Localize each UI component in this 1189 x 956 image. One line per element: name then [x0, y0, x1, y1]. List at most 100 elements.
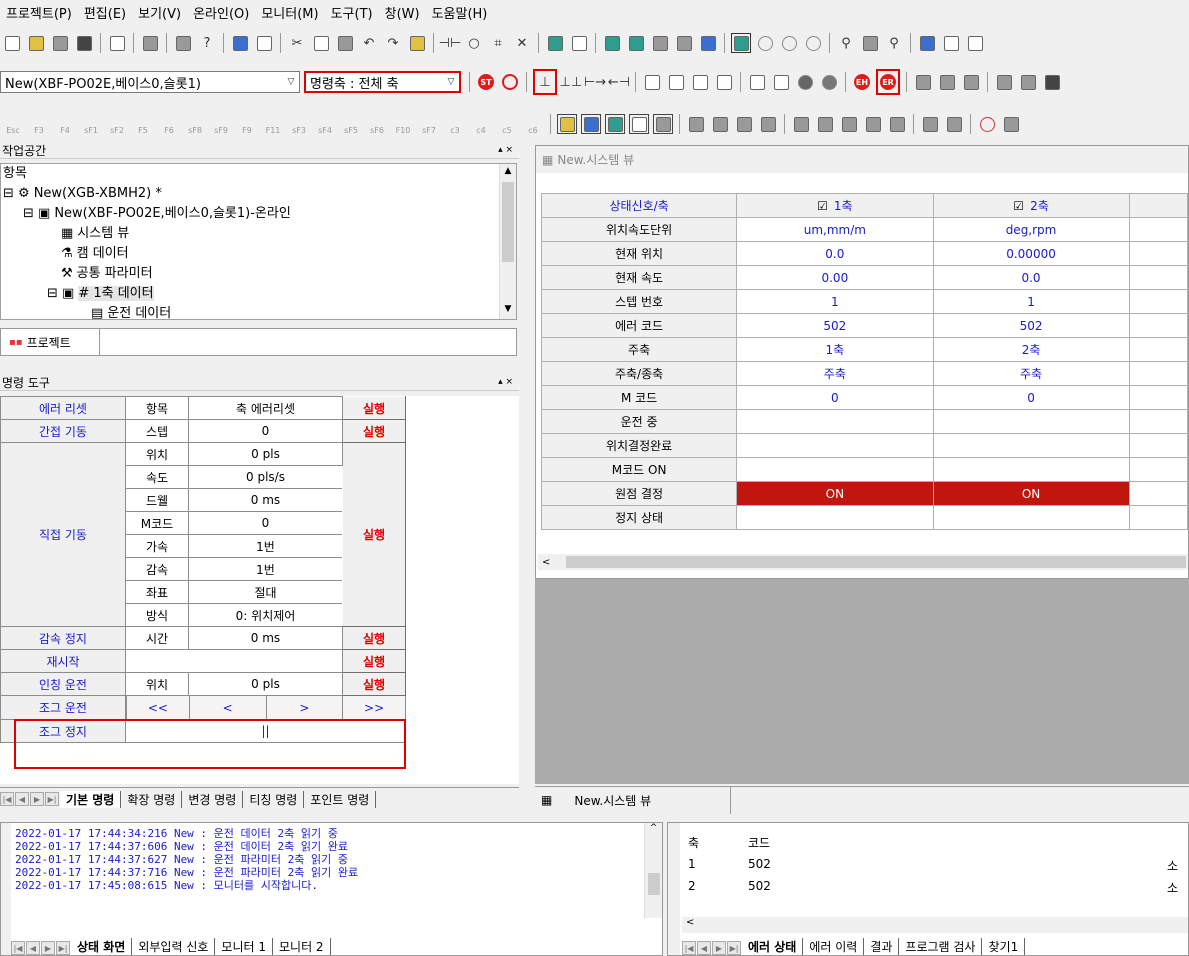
d2-icon[interactable] — [839, 114, 859, 134]
multi-homing-icon[interactable]: ⊥⊥ — [560, 72, 583, 92]
command-value[interactable]: 0 pls — [188, 442, 343, 466]
view-2-icon[interactable] — [710, 114, 730, 134]
paste-icon[interactable] — [335, 33, 355, 53]
tab-status-1[interactable]: 외부입력 신호 — [132, 938, 216, 955]
command-value[interactable]: 0 pls — [188, 672, 343, 696]
chevron-down-icon[interactable]: ▽ — [443, 77, 459, 87]
menu-item-4[interactable]: 모니터(M) — [255, 3, 324, 22]
upload-icon[interactable] — [650, 33, 670, 53]
monitor-icon[interactable] — [230, 33, 250, 53]
print-icon[interactable] — [173, 33, 193, 53]
fkey-button-14[interactable]: sF6 — [366, 113, 388, 135]
redo-icon[interactable]: ↷ — [383, 33, 403, 53]
fkey-button-3[interactable]: sF1 — [80, 113, 102, 135]
window-message-icon[interactable] — [581, 114, 601, 134]
network-icon[interactable]: ⌗ — [488, 33, 508, 53]
hscroll-thumb[interactable] — [566, 556, 1187, 568]
point-icon[interactable] — [642, 72, 662, 92]
stop-icon[interactable] — [779, 33, 799, 53]
command-value[interactable]: 1번 — [188, 557, 343, 581]
cut-icon[interactable]: ✂ — [287, 33, 307, 53]
find-icon[interactable] — [920, 114, 940, 134]
fkey-button-6[interactable]: F6 — [158, 113, 180, 135]
error-panel-handle[interactable] — [668, 823, 680, 955]
fkey-button-9[interactable]: F9 — [236, 113, 258, 135]
tree-item[interactable]: ⊟ ⚙ New(XGB-XBMH2) * — [1, 184, 516, 204]
param-save-icon[interactable] — [961, 72, 981, 92]
command-value[interactable]: 1번 — [188, 534, 343, 558]
scroll-down-icon[interactable]: ▼ — [500, 299, 516, 319]
tab-project[interactable]: ▪▪ 프로젝트 — [0, 328, 100, 356]
servo-on-icon[interactable]: ST — [476, 72, 496, 92]
menu-item-3[interactable]: 온라인(O) — [187, 3, 255, 22]
checkbox-icon[interactable]: ☑ — [1013, 199, 1024, 213]
last-tab-icon[interactable]: ▶| — [727, 941, 741, 955]
compare-icon[interactable] — [545, 33, 565, 53]
command-value[interactable]: 절대 — [188, 580, 343, 604]
prev-tab-icon[interactable]: ◀ — [697, 941, 711, 955]
screen-icon[interactable] — [965, 33, 985, 53]
diagnostics-icon[interactable]: ⚲ — [884, 33, 904, 53]
run-button[interactable]: 실행 — [342, 672, 406, 696]
tab-error-0[interactable]: 에러 상태 — [742, 938, 804, 955]
last-tab-icon[interactable]: ▶| — [56, 941, 70, 955]
sync-icon[interactable] — [714, 72, 734, 92]
first-tab-icon[interactable]: |◀ — [0, 792, 14, 806]
print-preview-icon[interactable] — [107, 33, 127, 53]
open-folder-icon[interactable] — [26, 33, 46, 53]
param-write-icon[interactable] — [937, 72, 957, 92]
tab-error-3[interactable]: 프로그램 검사 — [899, 938, 983, 955]
zoom-icon[interactable] — [254, 33, 274, 53]
tab-error-1[interactable]: 에러 이력 — [803, 938, 865, 955]
log-scrollbar[interactable]: ^ — [644, 823, 662, 918]
error-reset-icon[interactable]: ER — [876, 69, 900, 95]
message-panel-handle[interactable] — [1, 823, 11, 955]
tab-status-0[interactable]: 상태 화면 — [71, 938, 133, 955]
window-result-icon[interactable] — [629, 114, 649, 134]
menu-item-0[interactable]: 프로젝트(P) — [0, 3, 78, 22]
open-project-icon[interactable] — [50, 33, 70, 53]
homing-icon[interactable]: ⊥ — [533, 69, 557, 95]
run-button[interactable]: 실행 — [342, 626, 406, 650]
fkey-button-12[interactable]: sF4 — [314, 113, 336, 135]
first-tab-icon[interactable]: |◀ — [11, 941, 25, 955]
run-button[interactable]: 실행 — [342, 649, 406, 673]
tree-item[interactable]: ⚒ 공통 파라미터 — [1, 264, 516, 284]
teach-icon[interactable] — [994, 72, 1014, 92]
fkey-button-20[interactable]: c6 — [522, 113, 544, 135]
run-button[interactable]: 실행 — [342, 396, 406, 420]
prev-tab-icon[interactable]: ◀ — [26, 941, 40, 955]
scroll-thumb[interactable] — [502, 182, 514, 262]
fkey-button-19[interactable]: c5 — [496, 113, 518, 135]
tree-item[interactable]: ⊟ ▣ New(XBF-PO02E,베이스0,슬롯1)-온라인 — [1, 204, 516, 224]
fkey-button-1[interactable]: F3 — [28, 113, 50, 135]
error-hscroll[interactable]: < — [682, 917, 1188, 933]
copy-icon[interactable] — [311, 33, 331, 53]
fkey-button-8[interactable]: sF9 — [210, 113, 232, 135]
cancel-icon[interactable] — [803, 33, 823, 53]
menu-item-6[interactable]: 창(W) — [379, 3, 426, 22]
command-value[interactable]: 0 — [188, 511, 343, 535]
window-view-icon[interactable] — [653, 114, 673, 134]
fkey-button-18[interactable]: c4 — [470, 113, 492, 135]
window-project-icon[interactable] — [557, 114, 577, 134]
jog-button-1[interactable]: < — [188, 696, 266, 719]
menu-item-2[interactable]: 보기(V) — [132, 3, 187, 22]
menu-item-7[interactable]: 도움말(H) — [426, 3, 494, 22]
chart-icon[interactable] — [917, 33, 937, 53]
extra-icon[interactable] — [1001, 114, 1021, 134]
d-icon[interactable] — [815, 114, 835, 134]
scroll-up-icon[interactable]: ^ — [645, 823, 662, 833]
cross-reference-icon[interactable] — [569, 33, 589, 53]
next-tab-icon[interactable]: ▶ — [712, 941, 726, 955]
d4-icon[interactable] — [887, 114, 907, 134]
scroll-up-icon[interactable]: ▲ — [500, 164, 516, 184]
tab-error-2[interactable]: 결과 — [864, 938, 900, 955]
tree-item[interactable]: ⊟ ▣ # 1축 데이터 — [1, 284, 516, 304]
module-select[interactable]: New(XBF-PO02E,베이스0,슬롯1) ▽ — [0, 71, 300, 93]
axis-column-header[interactable]: ☑ 2축 — [932, 193, 1130, 218]
command-value[interactable]: 축 에러리셋 — [188, 396, 343, 420]
prev-tab-icon[interactable]: ◀ — [15, 792, 29, 806]
speed-override-icon[interactable] — [747, 72, 767, 92]
command-value[interactable]: 0 ms — [188, 488, 343, 512]
